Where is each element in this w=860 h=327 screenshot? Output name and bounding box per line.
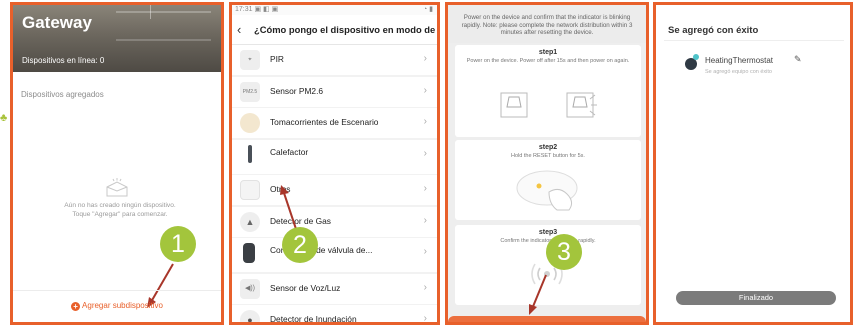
list-item[interactable]: Calefactor › bbox=[232, 139, 437, 174]
device-status-text: Se agregó equipo con éxito bbox=[705, 69, 772, 75]
confirm-indicator-button[interactable]: Confirm the indicator is blinking rapidl… bbox=[448, 316, 646, 322]
status-time: 17:31 bbox=[235, 6, 253, 13]
chevron-right-icon: › bbox=[423, 84, 427, 96]
scene-socket-icon bbox=[240, 113, 260, 133]
gateway-header: Gateway Dispositivos en línea: 0 bbox=[13, 5, 221, 72]
empty-box-icon bbox=[106, 178, 128, 197]
status-bar: 17:31 ▣ ◧ ▣ ◔ ▮ bbox=[232, 5, 437, 15]
list-item[interactable]: Tomacorrientes de Escenario › bbox=[232, 108, 437, 138]
list-item-label: Sensor de Voz/Luz bbox=[270, 282, 341, 293]
gas-detector-icon: ▲ bbox=[240, 211, 260, 232]
arrow-icon bbox=[529, 274, 547, 315]
status-dot-icon bbox=[693, 54, 699, 60]
list-item[interactable]: ● Detector de Inundación › bbox=[232, 305, 437, 324]
divider bbox=[664, 40, 844, 41]
list-item-label: Sensor PM2.6 bbox=[270, 85, 324, 96]
heater-icon bbox=[240, 144, 260, 165]
arrow-icon bbox=[280, 185, 297, 230]
list-item[interactable]: ◀)) Sensor de Voz/Luz › bbox=[232, 273, 437, 304]
status-right-icons: ◔ ▮ bbox=[422, 6, 433, 13]
flood-detector-icon: ● bbox=[240, 310, 260, 322]
step-title: step2 bbox=[538, 144, 558, 151]
list-item[interactable]: ▲ Detector de Gas › bbox=[232, 206, 437, 237]
pir-sensor-icon: ⌖ bbox=[240, 50, 260, 70]
edit-icon[interactable]: ✎ bbox=[794, 54, 802, 65]
add-subdevice-label: Agregar subdispositivo bbox=[82, 301, 163, 310]
add-subdevice-button[interactable]: + Agregar subdispositivo bbox=[13, 301, 221, 311]
voice-light-sensor-icon: ◀)) bbox=[240, 278, 260, 299]
side-decor-icon: ♣ bbox=[0, 112, 8, 124]
list-item-label: Detector de Inundación bbox=[270, 314, 357, 324]
step-card-1: step1 Power on the device. Power off aft… bbox=[455, 45, 641, 137]
shelf-decor bbox=[116, 11, 211, 41]
socket-illustration-icon bbox=[500, 92, 597, 118]
valve-controller-icon bbox=[243, 243, 255, 263]
step-title: step1 bbox=[538, 49, 558, 56]
gateway-screen: Gateway Dispositivos en línea: 0 Disposi… bbox=[10, 2, 224, 325]
chevron-right-icon: › bbox=[423, 183, 427, 194]
success-screen: Se agregó con éxito HeatingThermostat ✎ … bbox=[653, 2, 853, 325]
section-heading: Dispositivos agregados bbox=[21, 90, 104, 99]
list-item[interactable]: ⌖ PIR › bbox=[232, 45, 437, 75]
divider bbox=[13, 290, 221, 291]
device-type-screen: 17:31 ▣ ◧ ▣ ◔ ▮ ‹ ¿Cómo pongo el disposi… bbox=[229, 2, 440, 325]
list-item-label: Tomacorrientes de Escenario bbox=[270, 117, 379, 127]
screen-header: ‹ ¿Cómo pongo el dispositivo en modo de … bbox=[232, 15, 437, 45]
chevron-right-icon: › bbox=[423, 313, 427, 324]
list-item[interactable]: Controlador de válvula de... › bbox=[232, 238, 437, 272]
online-count: Dispositivos en línea: 0 bbox=[22, 56, 105, 65]
finish-button[interactable]: Finalizado bbox=[676, 291, 836, 305]
device-name: HeatingThermostat bbox=[705, 56, 774, 65]
device-type-list: ⌖ PIR › PM2.5 Sensor PM2.6 › Tomacorrien… bbox=[232, 45, 437, 324]
step-title: step3 bbox=[538, 229, 558, 236]
empty-state-text: Aún no has creado ningún dispositivo. To… bbox=[27, 201, 213, 219]
chevron-left-icon[interactable]: ‹ bbox=[237, 22, 241, 37]
other-device-icon bbox=[240, 180, 260, 200]
instruction-text: Power on the device and confirm that the… bbox=[448, 5, 646, 43]
chevron-right-icon: › bbox=[423, 147, 427, 159]
empty-line-1: Aún no has creado ningún dispositivo. bbox=[64, 202, 176, 209]
network-setup-screen: Power on the device and confirm that the… bbox=[445, 2, 649, 325]
chevron-right-icon: › bbox=[423, 281, 427, 293]
reset-button-illustration-icon bbox=[516, 170, 578, 211]
step-card-2: step2 Hold the RESET button for 5s. bbox=[455, 140, 641, 220]
list-item[interactable]: Otros › bbox=[232, 175, 437, 205]
pm-sensor-icon: PM2.5 bbox=[240, 81, 260, 102]
list-item-label: Calefactor bbox=[270, 146, 309, 157]
status-icons: ▣ ◧ ▣ bbox=[254, 6, 279, 13]
list-item-label: PIR bbox=[270, 54, 284, 64]
step-description: Power on the device. Power off after 15s… bbox=[466, 58, 630, 64]
chevron-right-icon: › bbox=[423, 53, 427, 64]
list-item[interactable]: PM2.5 Sensor PM2.6 › bbox=[232, 76, 437, 107]
step-description: Hold the RESET button for 5s. bbox=[511, 153, 585, 159]
chevron-right-icon: › bbox=[423, 214, 427, 226]
chevron-right-icon: › bbox=[423, 116, 427, 127]
chevron-right-icon: › bbox=[423, 246, 427, 257]
page-title: Gateway bbox=[22, 13, 92, 32]
page-title: ¿Cómo pongo el dispositivo en modo de si… bbox=[254, 24, 440, 35]
step-badge-3: 3 bbox=[546, 234, 582, 270]
empty-line-2: Toque "Agregar" para comenzar. bbox=[72, 211, 168, 218]
step-badge-1: 1 bbox=[160, 226, 196, 262]
step-badge-2: 2 bbox=[282, 227, 318, 263]
plus-icon: + bbox=[71, 302, 81, 311]
page-title: Se agregó con éxito bbox=[668, 25, 759, 36]
